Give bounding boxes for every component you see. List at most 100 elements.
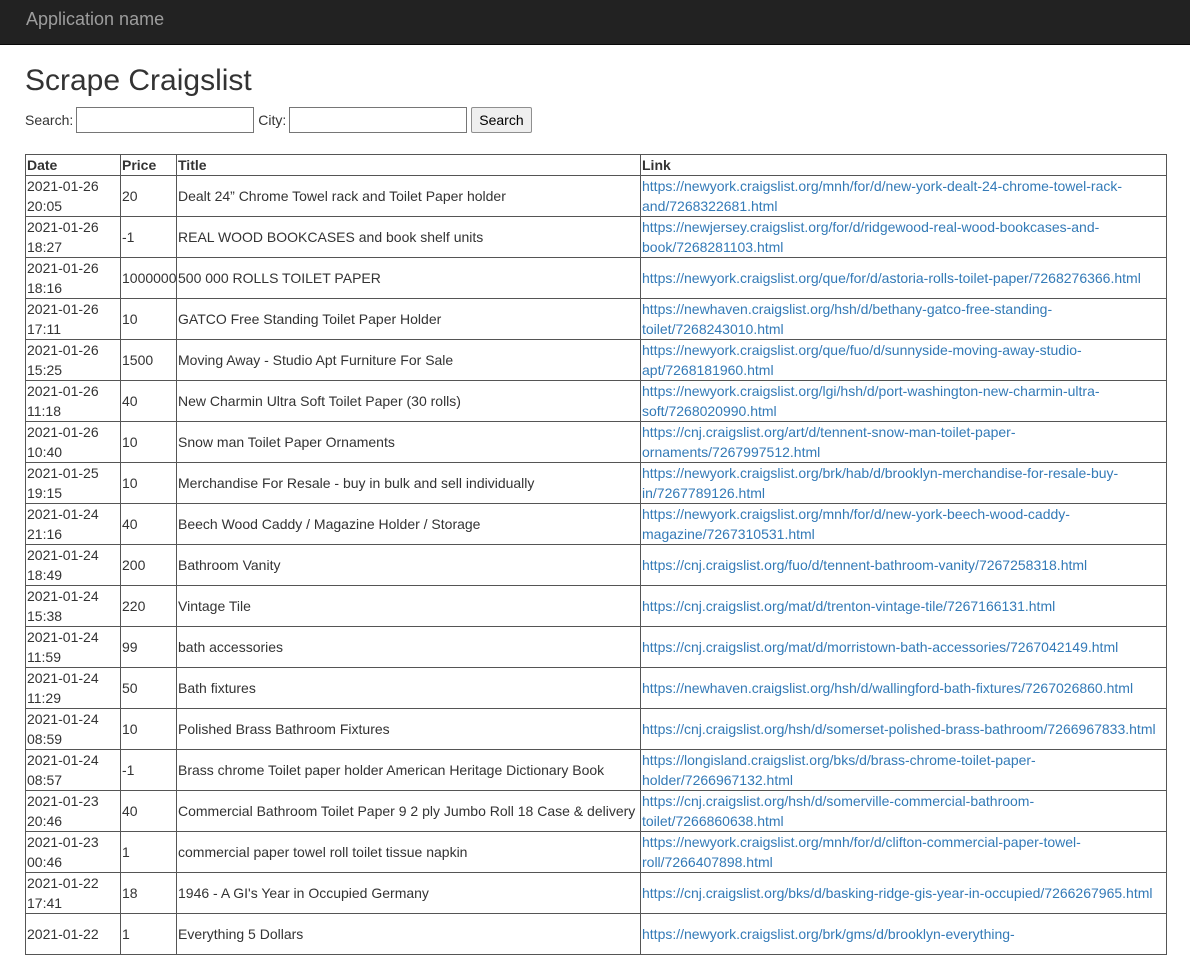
cell-link: https://newyork.craigslist.org/brk/hab/d… bbox=[640, 462, 1167, 504]
search-form: Search: City: Search bbox=[25, 105, 1165, 135]
cell-date: 2021-01-26 15:25 bbox=[25, 339, 121, 381]
cell-price: 1500 bbox=[120, 339, 177, 381]
cell-title: Beech Wood Caddy / Magazine Holder / Sto… bbox=[176, 503, 641, 545]
cell-link: https://newyork.craigslist.org/brk/gms/d… bbox=[640, 913, 1167, 955]
table-row: 2021-01-22 1 Everything 5 Dollars https://n… bbox=[25, 913, 1167, 955]
cell-price: 1 bbox=[120, 831, 177, 873]
cell-link: https://newjersey.craigslist.org/for/d/r… bbox=[640, 216, 1167, 258]
table-row: 2021-01-24 11:59 99 bath accessories https:… bbox=[25, 626, 1167, 668]
listing-link[interactable]: https://newjersey.craigslist.org/for/d/r… bbox=[642, 219, 1099, 255]
cell-date: 2021-01-26 10:40 bbox=[25, 421, 121, 463]
navbar: Application name bbox=[0, 0, 1190, 45]
brand-link[interactable]: Application name bbox=[26, 0, 164, 38]
table-header-row: Date Price Title Link bbox=[25, 154, 1167, 176]
cell-date: 2021-01-22 17:41 bbox=[25, 872, 121, 914]
cell-link: https://newhaven.craigslist.org/hsh/d/wa… bbox=[640, 667, 1167, 709]
search-button[interactable]: Search bbox=[471, 107, 532, 133]
cell-title: New Charmin Ultra Soft Toilet Paper (30 … bbox=[176, 380, 641, 422]
cell-link: https://cnj.craigslist.org/mat/d/trenton… bbox=[640, 585, 1167, 627]
listing-link[interactable]: https://cnj.craigslist.org/bks/d/basking… bbox=[642, 885, 1152, 901]
table-row: 2021-01-24 18:49 200 Bathroom Vanity https:… bbox=[25, 544, 1167, 586]
cell-date: 2021-01-26 18:27 bbox=[25, 216, 121, 258]
cell-price: 1000000 bbox=[120, 257, 177, 299]
listing-link[interactable]: https://cnj.craigslist.org/art/d/tennent… bbox=[642, 424, 1016, 460]
table-row: 2021-01-26 15:25 1500 Moving Away - Studio… bbox=[25, 339, 1167, 381]
listing-link[interactable]: https://newyork.craigslist.org/mnh/for/d… bbox=[642, 506, 1070, 542]
table-row: 2021-01-23 20:46 40 Commercial Bathroom To… bbox=[25, 790, 1167, 832]
cell-price: 220 bbox=[120, 585, 177, 627]
cell-price: 10 bbox=[120, 298, 177, 340]
listing-link[interactable]: https://newyork.craigslist.org/mnh/for/d… bbox=[642, 834, 1081, 870]
cell-link: https://newyork.craigslist.org/mnh/for/d… bbox=[640, 175, 1167, 217]
cell-price: 200 bbox=[120, 544, 177, 586]
table-row: 2021-01-26 18:16 1000000 500 000 ROLLS TOI… bbox=[25, 257, 1167, 299]
cell-link: https://cnj.craigslist.org/fuo/d/tennent… bbox=[640, 544, 1167, 586]
cell-date: 2021-01-24 15:38 bbox=[25, 585, 121, 627]
listing-link[interactable]: https://newyork.craigslist.org/que/for/d… bbox=[642, 270, 1141, 286]
cell-date: 2021-01-26 17:11 bbox=[25, 298, 121, 340]
main-container: Scrape Craigslist Search: City: Search D… bbox=[0, 65, 1190, 955]
header-price: Price bbox=[120, 154, 177, 176]
cell-date: 2021-01-24 18:49 bbox=[25, 544, 121, 586]
cell-price: 40 bbox=[120, 380, 177, 422]
cell-price: 40 bbox=[120, 790, 177, 832]
cell-link: https://cnj.craigslist.org/mat/d/morrist… bbox=[640, 626, 1167, 668]
cell-title: REAL WOOD BOOKCASES and book shelf units bbox=[176, 216, 641, 258]
city-label: City: bbox=[258, 112, 287, 128]
cell-price: 99 bbox=[120, 626, 177, 668]
listing-link[interactable]: https://newyork.craigslist.org/brk/hab/d… bbox=[642, 465, 1118, 501]
cell-price: 20 bbox=[120, 175, 177, 217]
cell-date: 2021-01-25 19:15 bbox=[25, 462, 121, 504]
cell-title: Snow man Toilet Paper Ornaments bbox=[176, 421, 641, 463]
cell-title: Brass chrome Toilet paper holder America… bbox=[176, 749, 641, 791]
listing-link[interactable]: https://cnj.craigslist.org/fuo/d/tennent… bbox=[642, 557, 1087, 573]
cell-price: 10 bbox=[120, 462, 177, 504]
header-link: Link bbox=[640, 154, 1167, 176]
listing-link[interactable]: https://cnj.craigslist.org/mat/d/morrist… bbox=[642, 639, 1118, 655]
header-title: Title bbox=[176, 154, 641, 176]
results-table: Date Price Title Link 2021-01-26 20:05 20… bbox=[25, 154, 1167, 955]
cell-date: 2021-01-22 bbox=[25, 913, 121, 955]
listing-link[interactable]: https://cnj.craigslist.org/hsh/d/somerse… bbox=[642, 721, 1156, 737]
listing-link[interactable]: https://newyork.craigslist.org/mnh/for/d… bbox=[642, 178, 1122, 214]
table-body: 2021-01-26 20:05 20 Dealt 24” Chrome Towel… bbox=[25, 175, 1167, 955]
cell-title: Everything 5 Dollars bbox=[176, 913, 641, 955]
search-input[interactable] bbox=[76, 107, 255, 133]
cell-price: 40 bbox=[120, 503, 177, 545]
table-row: 2021-01-22 17:41 18 1946 - A GI's Year in … bbox=[25, 872, 1167, 914]
listing-link[interactable]: https://cnj.craigslist.org/hsh/d/somervi… bbox=[642, 793, 1034, 829]
cell-price: -1 bbox=[120, 216, 177, 258]
cell-title: 1946 - A GI's Year in Occupied Germany bbox=[176, 872, 641, 914]
listing-link[interactable]: https://newhaven.craigslist.org/hsh/d/wa… bbox=[642, 680, 1133, 696]
listing-link[interactable]: https://newhaven.craigslist.org/hsh/d/be… bbox=[642, 301, 1052, 337]
cell-title: Moving Away - Studio Apt Furniture For S… bbox=[176, 339, 641, 381]
table-row: 2021-01-24 08:57 -1 Brass chrome Toilet pa… bbox=[25, 749, 1167, 791]
cell-link: https://newyork.craigslist.org/mnh/for/d… bbox=[640, 503, 1167, 545]
cell-link: https://newhaven.craigslist.org/hsh/d/be… bbox=[640, 298, 1167, 340]
header-date: Date bbox=[25, 154, 121, 176]
listing-link[interactable]: https://longisland.craigslist.org/bks/d/… bbox=[642, 752, 1036, 788]
cell-date: 2021-01-26 11:18 bbox=[25, 380, 121, 422]
table-row: 2021-01-26 10:40 10 Snow man Toilet Paper … bbox=[25, 421, 1167, 463]
cell-title: commercial paper towel roll toilet tissu… bbox=[176, 831, 641, 873]
listing-link[interactable]: https://newyork.craigslist.org/lgi/hsh/d… bbox=[642, 383, 1100, 419]
listing-link[interactable]: https://newyork.craigslist.org/brk/gms/d… bbox=[642, 926, 1015, 942]
listing-link[interactable]: https://newyork.craigslist.org/que/fuo/d… bbox=[642, 342, 1082, 378]
city-input[interactable] bbox=[289, 107, 468, 133]
cell-price: 18 bbox=[120, 872, 177, 914]
cell-title: Dealt 24” Chrome Towel rack and Toilet P… bbox=[176, 175, 641, 217]
cell-title: Vintage Tile bbox=[176, 585, 641, 627]
cell-title: Bathroom Vanity bbox=[176, 544, 641, 586]
listing-link[interactable]: https://cnj.craigslist.org/mat/d/trenton… bbox=[642, 598, 1055, 614]
cell-price: -1 bbox=[120, 749, 177, 791]
search-label: Search: bbox=[25, 112, 74, 128]
cell-title: bath accessories bbox=[176, 626, 641, 668]
table-row: 2021-01-24 21:16 40 Beech Wood Caddy / Mag… bbox=[25, 503, 1167, 545]
table-row: 2021-01-24 08:59 10 Polished Brass Bathroo… bbox=[25, 708, 1167, 750]
cell-link: https://cnj.craigslist.org/hsh/d/somerse… bbox=[640, 708, 1167, 750]
table-row: 2021-01-26 20:05 20 Dealt 24” Chrome Towel… bbox=[25, 175, 1167, 217]
cell-date: 2021-01-24 11:59 bbox=[25, 626, 121, 668]
table-row: 2021-01-25 19:15 10 Merchandise For Resale… bbox=[25, 462, 1167, 504]
cell-date: 2021-01-24 11:29 bbox=[25, 667, 121, 709]
page-title: Scrape Craigslist bbox=[25, 64, 252, 97]
